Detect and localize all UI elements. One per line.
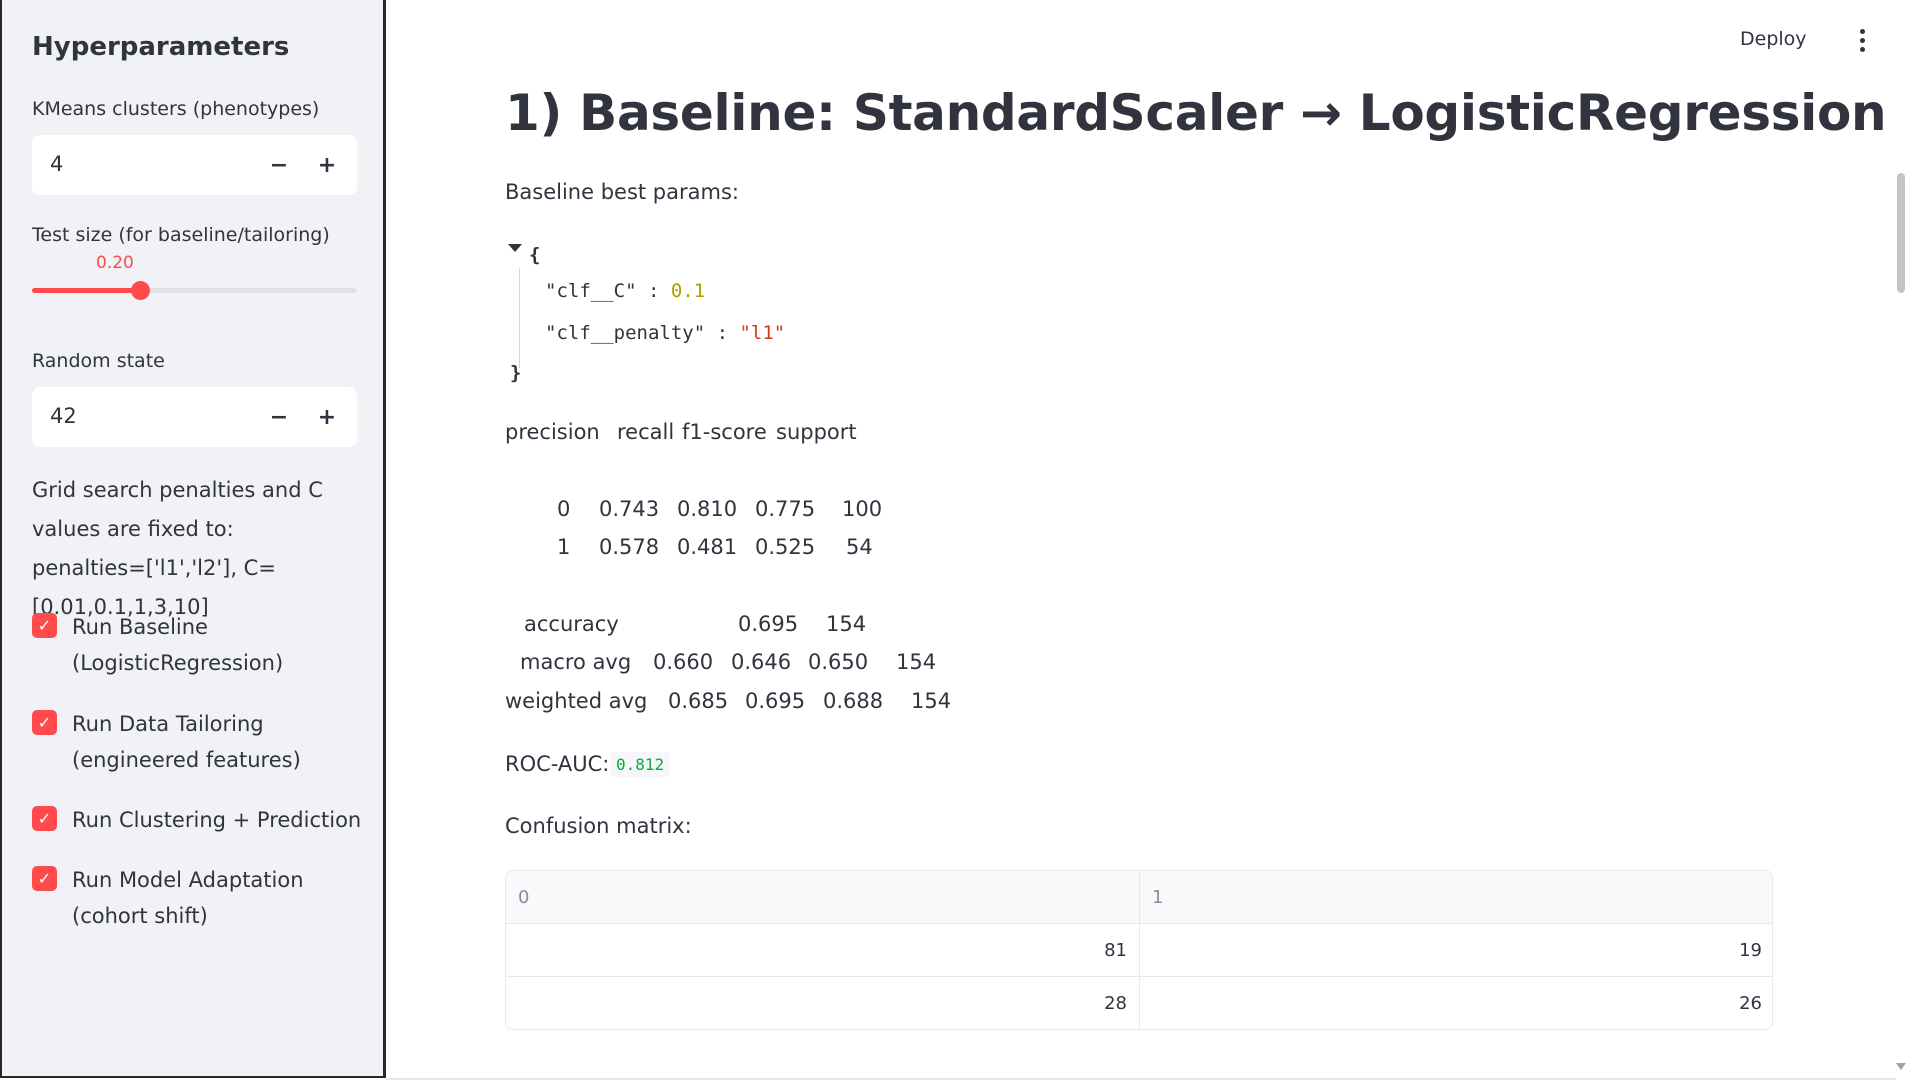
- report-header-f1: f1-score: [682, 420, 767, 444]
- table-row: 81 19: [506, 924, 1772, 977]
- report-cell: 0.810: [677, 497, 738, 521]
- table-header-row: 0 1: [506, 871, 1772, 924]
- run-data-tailoring-checkbox[interactable]: ✓ Run Data Tailoring (engineered feature…: [32, 706, 362, 778]
- json-entry: "clf__C" : 0.1: [545, 280, 705, 302]
- divider: [386, 1078, 1896, 1080]
- report-cell: 0.695: [738, 612, 799, 636]
- report-cell: 54: [846, 535, 873, 559]
- kmeans-number-input[interactable]: 4 − +: [32, 135, 357, 195]
- report-row-label: 0: [557, 497, 571, 521]
- json-separator: :: [705, 322, 740, 344]
- json-close-brace: }: [510, 362, 522, 384]
- kmeans-value[interactable]: 4: [50, 152, 63, 176]
- report-header-precision: precision: [505, 420, 600, 444]
- kmeans-increment-button[interactable]: +: [307, 145, 347, 185]
- report-cell: 0.688: [823, 689, 884, 713]
- sidebar-title: Hyperparameters: [32, 32, 290, 62]
- kebab-dot: [1860, 38, 1865, 43]
- page-title: 1) Baseline: StandardScaler → LogisticRe…: [505, 84, 1887, 142]
- report-cell: 154: [826, 612, 867, 636]
- column-header[interactable]: 1: [1140, 871, 1772, 923]
- json-open-brace: {: [529, 244, 541, 266]
- confusion-matrix-label: Confusion matrix:: [505, 814, 692, 838]
- grid-search-note: Grid search penalties and C values are f…: [32, 478, 323, 619]
- best-params-label: Baseline best params:: [505, 180, 739, 204]
- slider-fill: [32, 288, 141, 293]
- report-cell: 154: [911, 689, 952, 713]
- report-cell: 100: [842, 497, 883, 521]
- report-header-support: support: [776, 420, 857, 444]
- random-state-value[interactable]: 42: [50, 404, 77, 428]
- checkbox-label: Run Data Tailoring (engineered features): [72, 712, 301, 772]
- json-separator: :: [636, 280, 671, 302]
- json-guide-line: [519, 268, 520, 368]
- report-cell: 0.685: [668, 689, 729, 713]
- report-accuracy-label: accuracy: [524, 612, 619, 636]
- random-state-number-input[interactable]: 42 − +: [32, 387, 357, 447]
- table-cell[interactable]: 26: [1140, 977, 1772, 1029]
- vertical-scrollbar[interactable]: [1897, 173, 1905, 293]
- kebab-menu-icon[interactable]: [1850, 26, 1874, 56]
- scroll-down-arrow-icon[interactable]: [1896, 1063, 1906, 1070]
- deploy-button[interactable]: Deploy: [1740, 28, 1807, 50]
- sidebar: Hyperparameters KMeans clusters (phenoty…: [0, 0, 386, 1078]
- table-cell[interactable]: 28: [506, 977, 1140, 1029]
- checkbox-label: Run Baseline (LogisticRegression): [72, 615, 284, 675]
- json-value: 0.1: [670, 280, 706, 302]
- report-cell: 0.578: [599, 535, 660, 559]
- table-cell[interactable]: 19: [1140, 924, 1772, 976]
- table-cell[interactable]: 81: [506, 924, 1140, 976]
- kebab-dot: [1860, 47, 1865, 52]
- report-cell: 154: [896, 650, 937, 674]
- test-size-slider-value: 0.20: [96, 253, 134, 273]
- run-model-adaptation-checkbox[interactable]: ✓ Run Model Adaptation (cohort shift): [32, 862, 362, 934]
- roc-auc-label: ROC-AUC:: [505, 752, 610, 776]
- slider-thumb[interactable]: [131, 281, 151, 300]
- roc-auc-value: 0.812: [610, 752, 671, 777]
- report-macro-avg-label: macro avg: [520, 650, 632, 674]
- column-header[interactable]: 0: [506, 871, 1140, 923]
- kmeans-decrement-button[interactable]: −: [259, 145, 299, 185]
- json-key: "clf__C": [545, 280, 637, 302]
- report-cell: 0.481: [677, 535, 738, 559]
- report-header-recall: recall: [617, 420, 675, 444]
- report-cell: 0.743: [599, 497, 660, 521]
- checkbox-checked-icon[interactable]: ✓: [32, 710, 57, 735]
- report-weighted-avg-label: weighted avg: [505, 689, 648, 713]
- checkbox-checked-icon[interactable]: ✓: [32, 613, 57, 638]
- random-state-decrement-button[interactable]: −: [259, 397, 299, 437]
- checkbox-checked-icon[interactable]: ✓: [32, 866, 57, 891]
- report-cell: 0.646: [731, 650, 792, 674]
- report-row-label: 1: [557, 535, 571, 559]
- kmeans-label: KMeans clusters (phenotypes): [32, 98, 320, 120]
- report-cell: 0.650: [808, 650, 869, 674]
- checkbox-label: Run Clustering + Prediction: [72, 808, 362, 832]
- checkbox-checked-icon[interactable]: ✓: [32, 806, 57, 831]
- report-cell: 0.775: [755, 497, 816, 521]
- test-size-slider[interactable]: [32, 281, 357, 300]
- kebab-dot: [1860, 29, 1865, 34]
- run-clustering-checkbox[interactable]: ✓ Run Clustering + Prediction: [32, 802, 362, 838]
- report-cell: 0.660: [653, 650, 714, 674]
- json-entry: "clf__penalty" : "l1": [545, 322, 785, 344]
- random-state-increment-button[interactable]: +: [307, 397, 347, 437]
- run-baseline-checkbox[interactable]: ✓ Run Baseline (LogisticRegression): [32, 609, 362, 681]
- report-cell: 0.525: [755, 535, 816, 559]
- report-cell: 0.695: [745, 689, 806, 713]
- checkbox-label: Run Model Adaptation (cohort shift): [72, 868, 304, 928]
- json-value: "l1": [739, 322, 786, 344]
- test-size-label: Test size (for baseline/tailoring): [32, 224, 330, 246]
- table-row: 28 26: [506, 977, 1772, 1029]
- collapse-toggle-icon[interactable]: [508, 244, 522, 252]
- json-key: "clf__penalty": [545, 322, 706, 344]
- confusion-matrix-table[interactable]: 0 1 81 19 28 26: [505, 870, 1773, 1030]
- random-state-label: Random state: [32, 350, 165, 372]
